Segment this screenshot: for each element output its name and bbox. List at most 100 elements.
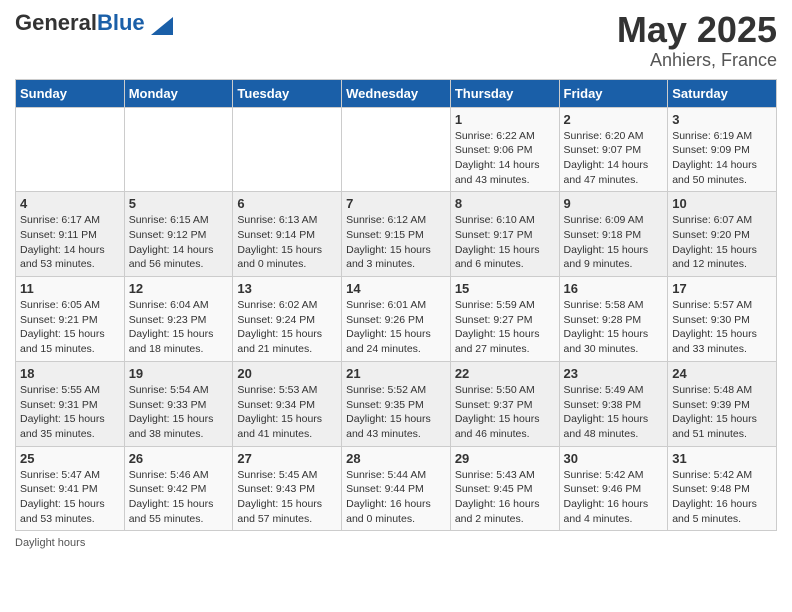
calendar-cell: 4 Sunrise: 6:17 AMSunset: 9:11 PMDaylight… <box>16 192 125 277</box>
day-number: 18 <box>20 366 120 381</box>
day-info: Sunrise: 5:48 AMSunset: 9:39 PMDaylight:… <box>672 383 772 442</box>
day-number: 26 <box>129 451 229 466</box>
col-header-monday: Monday <box>124 79 233 107</box>
calendar-subtitle: Anhiers, France <box>617 50 777 71</box>
day-info: Sunrise: 5:46 AMSunset: 9:42 PMDaylight:… <box>129 468 229 527</box>
day-info: Sunrise: 5:47 AMSunset: 9:41 PMDaylight:… <box>20 468 120 527</box>
calendar-cell <box>342 107 451 192</box>
calendar-cell: 18 Sunrise: 5:55 AMSunset: 9:31 PMDayligh… <box>16 361 125 446</box>
day-info: Sunrise: 6:17 AMSunset: 9:11 PMDaylight:… <box>20 213 120 272</box>
calendar-cell: 6Sunrise: 6:13 AMSunset: 9:14 PMDaylight… <box>233 192 342 277</box>
day-number: 23 <box>564 366 664 381</box>
logo-icon <box>151 17 173 35</box>
day-number: 5 <box>129 196 229 211</box>
day-info: Sunrise: 5:45 AMSunset: 9:43 PMDaylight:… <box>237 468 337 527</box>
day-info: Sunrise: 5:54 AMSunset: 9:33 PMDaylight:… <box>129 383 229 442</box>
calendar-cell: 23 Sunrise: 5:49 AMSunset: 9:38 PMDayligh… <box>559 361 668 446</box>
calendar-cell: 10 Sunrise: 6:07 AMSunset: 9:20 PMDayligh… <box>668 192 777 277</box>
calendar-week-3: 11Sunrise: 6:05 AMSunset: 9:21 PMDayligh… <box>16 277 777 362</box>
calendar-cell: 20Sunrise: 5:53 AMSunset: 9:34 PMDayligh… <box>233 361 342 446</box>
calendar-week-4: 18 Sunrise: 5:55 AMSunset: 9:31 PMDayligh… <box>16 361 777 446</box>
col-header-wednesday: Wednesday <box>342 79 451 107</box>
calendar-cell: 17Sunrise: 5:57 AMSunset: 9:30 PMDayligh… <box>668 277 777 362</box>
day-info: Sunrise: 6:19 AMSunset: 9:09 PMDaylight:… <box>672 129 772 188</box>
day-info: Sunrise: 6:10 AMSunset: 9:17 PMDaylight:… <box>455 213 555 272</box>
calendar-cell: 30 Sunrise: 5:42 AMSunset: 9:46 PMDayligh… <box>559 446 668 531</box>
calendar-week-5: 25 Sunrise: 5:47 AMSunset: 9:41 PMDayligh… <box>16 446 777 531</box>
day-number: 3 <box>672 112 772 127</box>
day-number: 21 <box>346 366 446 381</box>
calendar-cell: 14 Sunrise: 6:01 AMSunset: 9:26 PMDayligh… <box>342 277 451 362</box>
day-number: 25 <box>20 451 120 466</box>
day-info: Sunrise: 5:42 AMSunset: 9:46 PMDaylight:… <box>564 468 664 527</box>
calendar-cell <box>124 107 233 192</box>
calendar-cell: 15 Sunrise: 5:59 AMSunset: 9:27 PMDayligh… <box>450 277 559 362</box>
calendar-cell: 2Sunrise: 6:20 AMSunset: 9:07 PMDaylight… <box>559 107 668 192</box>
logo-blue: Blue <box>97 10 145 35</box>
day-number: 12 <box>129 281 229 296</box>
day-number: 14 <box>346 281 446 296</box>
day-number: 19 <box>129 366 229 381</box>
page-header: GeneralBlue May 2025 Anhiers, France <box>15 10 777 71</box>
calendar-cell: 7 Sunrise: 6:12 AMSunset: 9:15 PMDaylight… <box>342 192 451 277</box>
logo-general: General <box>15 10 97 35</box>
daylight-hours-label: Daylight hours <box>15 537 85 549</box>
calendar-cell: 31Sunrise: 5:42 AMSunset: 9:48 PMDayligh… <box>668 446 777 531</box>
calendar-cell: 21Sunrise: 5:52 AMSunset: 9:35 PMDayligh… <box>342 361 451 446</box>
day-info: Sunrise: 6:04 AMSunset: 9:23 PMDaylight:… <box>129 298 229 357</box>
day-info: Sunrise: 5:55 AMSunset: 9:31 PMDaylight:… <box>20 383 120 442</box>
calendar-title: May 2025 <box>617 10 777 50</box>
day-info: Sunrise: 6:13 AMSunset: 9:14 PMDaylight:… <box>237 213 337 272</box>
day-number: 15 <box>455 281 555 296</box>
day-number: 20 <box>237 366 337 381</box>
day-info: Sunrise: 6:15 AMSunset: 9:12 PMDaylight:… <box>129 213 229 272</box>
calendar-cell: 26 Sunrise: 5:46 AMSunset: 9:42 PMDayligh… <box>124 446 233 531</box>
calendar-cell: 13 Sunrise: 6:02 AMSunset: 9:24 PMDayligh… <box>233 277 342 362</box>
calendar-cell: 24Sunrise: 5:48 AMSunset: 9:39 PMDayligh… <box>668 361 777 446</box>
calendar-cell: 19 Sunrise: 5:54 AMSunset: 9:33 PMDayligh… <box>124 361 233 446</box>
day-number: 22 <box>455 366 555 381</box>
day-info: Sunrise: 6:02 AMSunset: 9:24 PMDaylight:… <box>237 298 337 357</box>
day-number: 16 <box>564 281 664 296</box>
day-number: 29 <box>455 451 555 466</box>
day-info: Sunrise: 5:59 AMSunset: 9:27 PMDaylight:… <box>455 298 555 357</box>
day-info: Sunrise: 6:12 AMSunset: 9:15 PMDaylight:… <box>346 213 446 272</box>
day-number: 11 <box>20 281 120 296</box>
day-info: Sunrise: 6:09 AMSunset: 9:18 PMDaylight:… <box>564 213 664 272</box>
title-block: May 2025 Anhiers, France <box>617 10 777 71</box>
day-info: Sunrise: 5:44 AMSunset: 9:44 PMDaylight:… <box>346 468 446 527</box>
day-info: Sunrise: 5:50 AMSunset: 9:37 PMDaylight:… <box>455 383 555 442</box>
calendar-cell: 11Sunrise: 6:05 AMSunset: 9:21 PMDayligh… <box>16 277 125 362</box>
day-info: Sunrise: 5:57 AMSunset: 9:30 PMDaylight:… <box>672 298 772 357</box>
day-info: Sunrise: 6:07 AMSunset: 9:20 PMDaylight:… <box>672 213 772 272</box>
day-number: 1 <box>455 112 555 127</box>
day-number: 30 <box>564 451 664 466</box>
calendar-cell: 5 Sunrise: 6:15 AMSunset: 9:12 PMDaylight… <box>124 192 233 277</box>
day-number: 28 <box>346 451 446 466</box>
day-number: 7 <box>346 196 446 211</box>
calendar-cell: 27Sunrise: 5:45 AMSunset: 9:43 PMDayligh… <box>233 446 342 531</box>
calendar-cell <box>16 107 125 192</box>
day-number: 10 <box>672 196 772 211</box>
day-number: 4 <box>20 196 120 211</box>
day-info: Sunrise: 5:49 AMSunset: 9:38 PMDaylight:… <box>564 383 664 442</box>
calendar-cell <box>233 107 342 192</box>
day-info: Sunrise: 6:01 AMSunset: 9:26 PMDaylight:… <box>346 298 446 357</box>
day-info: Sunrise: 6:20 AMSunset: 9:07 PMDaylight:… <box>564 129 664 188</box>
col-header-saturday: Saturday <box>668 79 777 107</box>
day-info: Sunrise: 5:58 AMSunset: 9:28 PMDaylight:… <box>564 298 664 357</box>
col-header-thursday: Thursday <box>450 79 559 107</box>
day-number: 31 <box>672 451 772 466</box>
day-number: 9 <box>564 196 664 211</box>
calendar-header-row: SundayMondayTuesdayWednesdayThursdayFrid… <box>16 79 777 107</box>
logo: GeneralBlue <box>15 10 173 36</box>
day-number: 13 <box>237 281 337 296</box>
calendar-week-1: 1Sunrise: 6:22 AMSunset: 9:06 PMDaylight… <box>16 107 777 192</box>
col-header-sunday: Sunday <box>16 79 125 107</box>
col-header-tuesday: Tuesday <box>233 79 342 107</box>
day-number: 8 <box>455 196 555 211</box>
day-info: Sunrise: 5:43 AMSunset: 9:45 PMDaylight:… <box>455 468 555 527</box>
col-header-friday: Friday <box>559 79 668 107</box>
calendar-cell: 8 Sunrise: 6:10 AMSunset: 9:17 PMDaylight… <box>450 192 559 277</box>
calendar-cell: 1Sunrise: 6:22 AMSunset: 9:06 PMDaylight… <box>450 107 559 192</box>
